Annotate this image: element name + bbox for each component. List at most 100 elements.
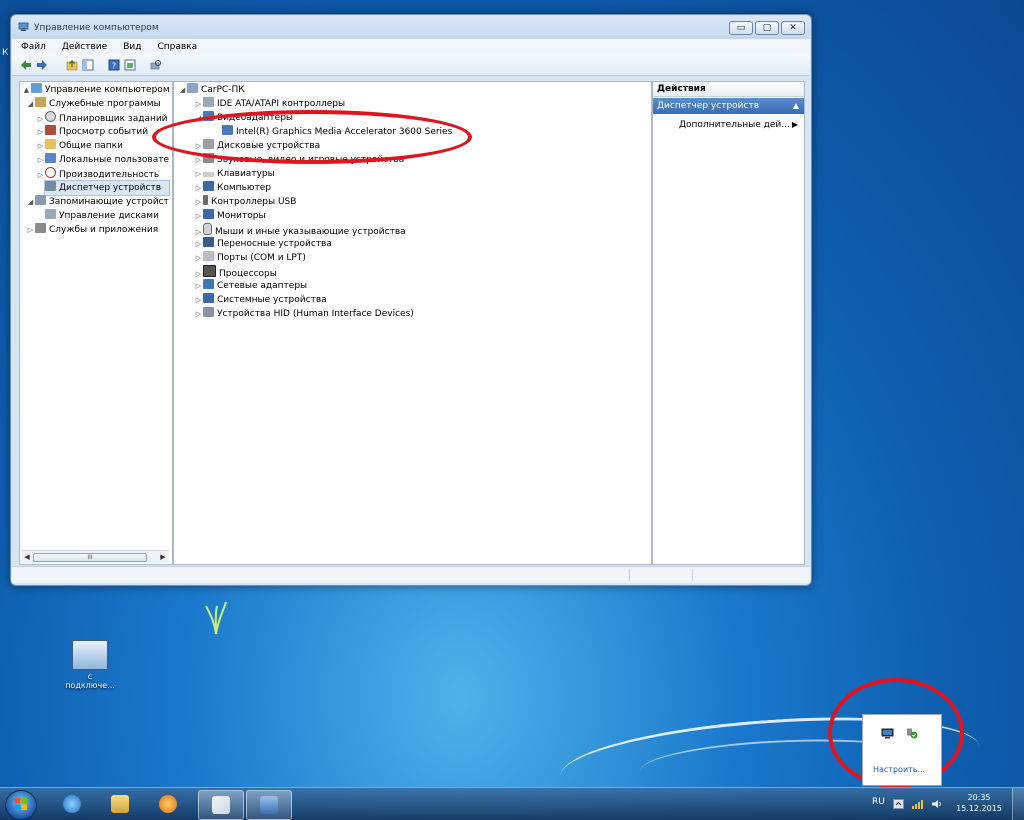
desktop-icon-connection[interactable]: с подключе... xyxy=(62,640,118,690)
expand-arrow-icon[interactable]: ▷ xyxy=(194,167,203,181)
device-label: Мыши и иные указывающие устройства xyxy=(215,227,406,237)
tree-item-computer-management[interactable]: ▲ Управление компьютером (л xyxy=(22,83,172,97)
expand-arrow-icon[interactable]: ▷ xyxy=(194,195,203,209)
tree-item-label: Диспетчер устройств xyxy=(59,183,162,193)
scan-hardware-icon[interactable] xyxy=(150,59,162,71)
help-icon[interactable]: ? xyxy=(108,59,120,71)
scroll-right-icon[interactable]: ▶ xyxy=(157,551,169,563)
collapse-arrow-icon[interactable]: ◢ xyxy=(26,195,35,209)
tree-item-disk-management[interactable]: Управление дисками xyxy=(45,209,159,223)
expand-arrow-icon[interactable]: ▷ xyxy=(36,112,45,126)
tree-item-task-scheduler[interactable]: ▷ Планировщик заданий xyxy=(36,111,168,125)
taskbar-computer-management[interactable] xyxy=(246,790,292,820)
menu-bar: Файл Действие Вид Справка xyxy=(12,39,810,55)
expand-arrow-icon[interactable]: ▷ xyxy=(194,279,203,293)
device-category-portable[interactable]: ▷ Переносные устройства xyxy=(194,237,332,251)
network-adapter-icon xyxy=(203,279,214,289)
device-category-hid[interactable]: ▷ Устройства HID (Human Interface Devices… xyxy=(194,307,414,321)
close-button[interactable]: ✕ xyxy=(781,21,805,35)
tree-item-storage[interactable]: ◢ Запоминающие устройст xyxy=(26,195,169,209)
expand-arrow-icon[interactable]: ▷ xyxy=(194,251,203,265)
customize-link[interactable]: Настроить... xyxy=(873,765,925,774)
expand-arrow-icon[interactable]: ▷ xyxy=(194,307,203,321)
device-category-processors[interactable]: ▷ Процессоры xyxy=(194,265,277,279)
device-category-system[interactable]: ▷ Системные устройства xyxy=(194,293,327,307)
taskbar-internet-explorer[interactable] xyxy=(50,790,94,818)
more-actions-link[interactable]: Дополнительные дей... xyxy=(679,120,790,130)
expand-arrow-icon[interactable]: ▷ xyxy=(36,125,45,139)
collapse-arrow-icon[interactable]: ◢ xyxy=(178,83,187,97)
submenu-arrow-icon[interactable]: ▶ xyxy=(792,120,798,129)
system-clock[interactable]: 20:35 15.12.2015 xyxy=(954,792,1004,814)
expand-arrow-icon[interactable]: ▷ xyxy=(36,168,45,182)
status-bar xyxy=(12,566,810,583)
volume-icon[interactable] xyxy=(932,799,943,809)
device-root[interactable]: ◢ CarPC-ПК xyxy=(178,83,245,97)
minimize-button[interactable]: ▭ xyxy=(729,21,753,35)
collapse-arrow-icon[interactable]: ◢ xyxy=(194,111,203,125)
expand-arrow-icon[interactable]: ▷ xyxy=(194,237,203,251)
expand-arrow-icon[interactable]: ▷ xyxy=(194,153,203,167)
status-divider xyxy=(629,569,630,581)
device-intel-gma-3600[interactable]: Intel(R) Graphics Media Accelerator 3600… xyxy=(222,125,452,139)
taskbar-media-player[interactable] xyxy=(146,790,190,818)
menu-file[interactable]: Файл xyxy=(12,39,53,55)
scroll-left-icon[interactable]: ◀ xyxy=(21,551,33,563)
properties-icon[interactable] xyxy=(124,59,136,71)
scroll-thumb[interactable]: III xyxy=(33,553,147,562)
expand-arrow-icon[interactable]: ▷ xyxy=(36,139,45,153)
expand-arrow-icon[interactable]: ▷ xyxy=(26,223,35,237)
horizontal-scrollbar[interactable]: ◀ III ▶ xyxy=(21,550,169,563)
start-button[interactable] xyxy=(5,790,37,820)
device-category-sound[interactable]: ▷ Звуковые, видео и игровые устройства xyxy=(194,153,404,167)
usb-safe-remove-icon[interactable] xyxy=(905,728,918,739)
taskbar-paint[interactable] xyxy=(198,790,244,820)
display-tray-icon[interactable] xyxy=(881,728,894,739)
collapse-arrow-icon[interactable]: ◢ xyxy=(26,97,35,111)
tree-item-performance[interactable]: ▷ Производительность xyxy=(36,167,159,181)
desktop-icon-label: с xyxy=(87,672,93,681)
tree-item-system-tools[interactable]: ◢ Служебные программы xyxy=(26,97,161,111)
taskbar-explorer[interactable] xyxy=(98,790,142,818)
expand-arrow-icon[interactable]: ▷ xyxy=(194,209,203,223)
device-category-ports[interactable]: ▷ Порты (COM и LPT) xyxy=(194,251,306,265)
expand-arrow-icon[interactable]: ▷ xyxy=(36,153,45,167)
up-folder-icon[interactable] xyxy=(66,59,78,71)
device-category-keyboards[interactable]: ▷ Клавиатуры xyxy=(194,167,275,181)
show-desktop-button[interactable] xyxy=(1012,788,1024,820)
back-arrow-icon[interactable] xyxy=(20,59,32,71)
device-category-computer[interactable]: ▷ Компьютер xyxy=(194,181,271,195)
expand-arrow-icon[interactable]: ▷ xyxy=(194,293,203,307)
menu-help[interactable]: Справка xyxy=(148,39,204,55)
maximize-button[interactable]: ▢ xyxy=(755,21,779,35)
device-category-network[interactable]: ▷ Сетевые адаптеры xyxy=(194,279,307,293)
device-category-display-adapters[interactable]: ◢ Видеоадаптеры xyxy=(194,111,293,125)
tree-item-device-manager[interactable]: Диспетчер устройств xyxy=(44,180,170,196)
menu-action[interactable]: Действие xyxy=(53,39,114,55)
tree-item-label: Служебные программы xyxy=(49,99,161,109)
tree-item-local-users[interactable]: ▷ Локальные пользовате xyxy=(36,153,169,167)
tree-item-services[interactable]: ▷ Службы и приложения xyxy=(26,223,158,237)
expand-arrow-icon[interactable]: ▷ xyxy=(194,181,203,195)
language-indicator[interactable]: RU xyxy=(872,797,885,807)
device-tree-pane: ◢ CarPC-ПК ▷ IDE ATA/ATAPI контроллеры ◢ Ви… xyxy=(173,81,652,565)
expand-arrow-icon[interactable]: ▷ xyxy=(194,139,203,153)
network-signal-icon[interactable] xyxy=(912,799,923,809)
show-hide-tree-icon[interactable] xyxy=(82,59,94,71)
expand-arrow-icon[interactable]: ▷ xyxy=(194,97,203,111)
menu-view[interactable]: Вид xyxy=(114,39,148,55)
actions-section-device-manager[interactable]: Диспетчер устройств ▲ xyxy=(653,98,804,114)
tray-overflow-icon[interactable] xyxy=(893,799,904,809)
device-category-ide[interactable]: ▷ IDE ATA/ATAPI контроллеры xyxy=(194,97,345,111)
title-bar[interactable]: Управление компьютером ▭ ▢ ✕ xyxy=(11,15,811,39)
tree-item-event-viewer[interactable]: ▷ Просмотр событий xyxy=(36,125,148,139)
collapse-arrow-icon[interactable]: ▲ xyxy=(22,83,31,97)
device-category-usb[interactable]: ▷ Контроллеры USB xyxy=(194,195,296,209)
device-category-monitors[interactable]: ▷ Мониторы xyxy=(194,209,266,223)
device-category-disk-drives[interactable]: ▷ Дисковые устройства xyxy=(194,139,320,153)
device-category-mice[interactable]: ▷ Мыши и иные указывающие устройства xyxy=(194,223,406,237)
forward-arrow-icon[interactable] xyxy=(36,59,48,71)
collapse-triangle-icon[interactable]: ▲ xyxy=(793,98,799,114)
tree-item-shared-folders[interactable]: ▷ Общие папки xyxy=(36,139,123,153)
services-icon xyxy=(35,223,46,233)
